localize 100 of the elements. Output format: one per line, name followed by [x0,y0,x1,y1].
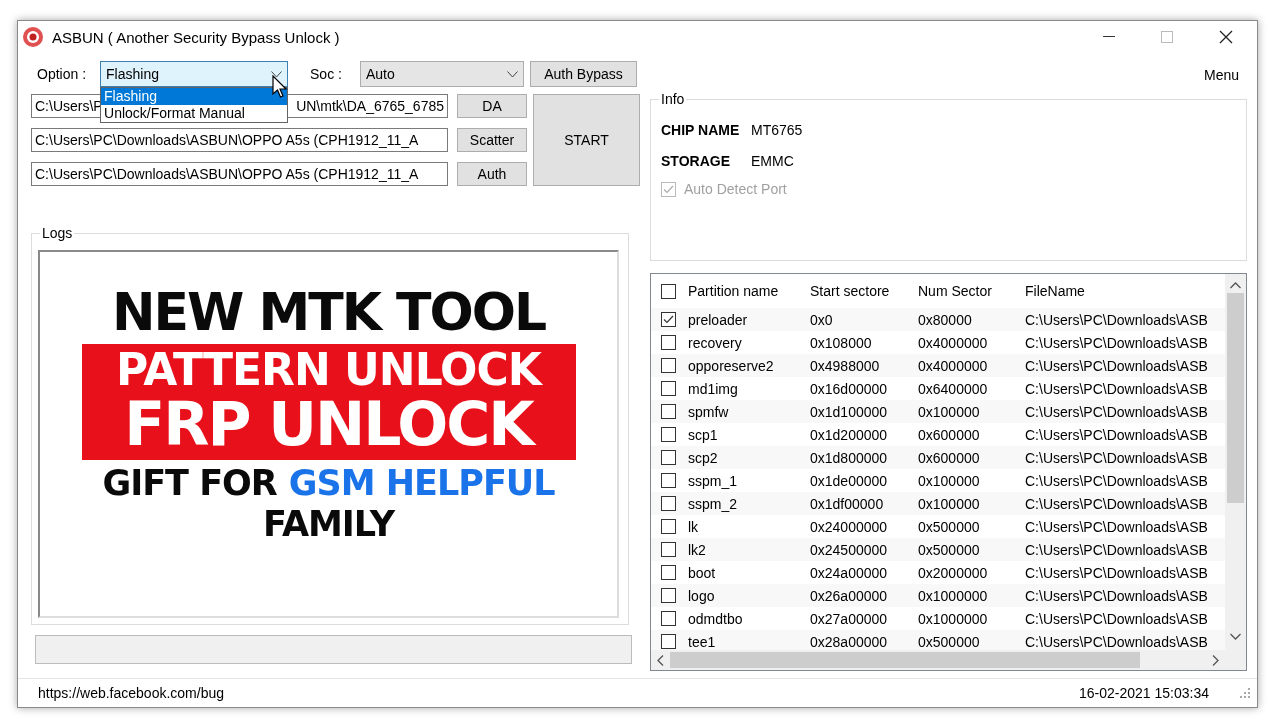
chevron-down-icon [506,70,518,78]
info-value: EMMC [751,152,794,169]
close-icon[interactable] [1219,30,1233,44]
column-header[interactable]: Num Sector [915,283,1022,299]
table-cell-text: 0x100000 [917,495,981,512]
table-cell-text: C:\Users\PC\Downloads\ASB [1024,587,1209,604]
table-cell-text: 0x0 [809,311,834,328]
row-checkbox[interactable] [660,634,676,649]
table-cell-text: 0x24500000 [809,541,889,558]
row-checkbox[interactable] [660,335,676,350]
headline-text: GIFT FOR [102,466,277,501]
row-checkbox[interactable] [660,358,676,373]
start-button[interactable]: START [533,94,640,186]
table-cell-text: C:\Users\PC\Downloads\ASB [1024,449,1209,466]
table-cell-text: lk2 [687,541,707,558]
dropdown-option[interactable]: Flashing [101,88,288,105]
table-cell-text: logo [687,587,716,604]
table-cell-text: 0x100000 [917,403,981,420]
row-checkbox[interactable] [660,450,676,465]
row-checkbox[interactable] [660,611,676,626]
row-checkbox[interactable] [660,381,676,396]
menu-button[interactable]: Menu [1203,67,1239,83]
row-checkbox[interactable] [660,542,676,557]
table-cell-text: sspm_1 [687,472,739,489]
table-cell-text: C:\Users\PC\Downloads\ASB [1024,518,1209,535]
table-cell-text: C:\Users\PC\Downloads\ASB [1024,403,1209,420]
row-checkbox[interactable] [660,312,676,327]
column-header[interactable]: Start sectore [807,283,915,299]
column-header[interactable]: FileName [1022,283,1225,299]
table-cell-text: 0x100000 [917,472,981,489]
row-checkbox[interactable] [660,404,676,419]
browse-button[interactable]: Scatter [457,128,527,152]
dropdown-option[interactable]: Unlock/Format Manual [101,105,288,122]
headline-text: FAMILY [263,507,394,542]
minimize-icon[interactable] [1103,36,1115,38]
table-cell-text: md1img [687,380,739,397]
file-path-field[interactable]: C:\Users\PC\Downloads\ASBUN\OPPO A5s (CPH1912_11_A [31,128,448,152]
headline-text: NEW MTK TOOL [111,286,546,338]
status-datetime: 16-02-2021 15:03:34 [1079,685,1209,701]
horizontal-scrollbar[interactable] [651,650,1225,670]
row-checkbox[interactable] [660,496,676,511]
resize-grip-icon[interactable] [1239,687,1251,699]
table-cell-text: C:\Users\PC\Downloads\ASB [1024,633,1209,650]
table-cell-text: 0x600000 [917,426,981,443]
table-cell-text: 0x28a00000 [809,633,889,650]
table-cell-text: 0x1de00000 [809,472,889,489]
status-link[interactable]: https://web.facebook.com/bug [38,685,224,701]
table-cell-text: C:\Users\PC\Downloads\ASB [1024,564,1209,581]
headline-text: GSM HELPFUL [288,466,555,501]
auth-bypass-button[interactable]: Auth Bypass [529,61,637,87]
table-cell-text: 0x500000 [917,541,981,558]
table-cell-text: 0x4000000 [917,357,989,374]
row-checkbox[interactable] [660,519,676,534]
window-title: ASBUN ( Another Security Bypass Unlock ) [52,28,340,46]
table-cell-text: 0x6400000 [917,380,989,397]
table-cell-text: boot [687,564,717,581]
table-cell-text: 0x26a00000 [809,587,889,604]
table-cell-text: sspm_2 [687,495,739,512]
vertical-scrollbar[interactable] [1225,274,1246,670]
app-logo-icon [22,26,44,48]
row-checkbox[interactable] [660,565,676,580]
table-cell-text: C:\Users\PC\Downloads\ASB [1024,311,1209,328]
table-cell-text: lk [687,518,700,535]
select-all-checkbox[interactable] [660,283,676,299]
headline-text: PATTERN UNLOCK [116,348,541,392]
table-cell-text: spmfw [687,403,730,420]
table-cell-text: 0x1d200000 [809,426,889,443]
table-cell-text: 0x2000000 [917,564,989,581]
soc-label: Soc : [310,66,342,82]
group-title: Info [659,91,687,107]
row-checkbox[interactable] [660,427,676,442]
table-cell-text: 0x1000000 [917,610,989,627]
chevron-down-icon[interactable] [1230,633,1241,640]
option-dropdown[interactable]: Flashing [100,61,289,87]
chevron-up-icon[interactable] [1230,282,1241,289]
file-path-field[interactable]: C:\Users\PC\Downloads\ASBUN\OPPO A5s (CPH1912_11_A [31,162,448,186]
table-cell-text: 0x1d800000 [809,449,889,466]
table-cell-text: 0x4988000 [809,357,881,374]
table-cell-text: 0x4000000 [917,334,989,351]
table-cell-text: C:\Users\PC\Downloads\ASB [1024,495,1209,512]
table-cell-text: 0x500000 [917,518,981,535]
table-cell-text: recovery [687,334,743,351]
chevron-left-icon[interactable] [657,654,664,666]
table-cell-text: opporeserve2 [687,357,775,374]
row-checkbox[interactable] [660,473,676,488]
info-value: MT6765 [751,121,803,138]
table-cell-text: scp1 [687,426,719,443]
column-header[interactable]: Partition name [685,283,807,299]
table-cell-text: C:\Users\PC\Downloads\ASB [1024,541,1209,558]
table-cell-text: 0x1000000 [917,587,989,604]
table-cell-text: 0x600000 [917,449,981,466]
table-cell-text: 0x1df00000 [809,495,885,512]
table-cell-text: 0x1d100000 [809,403,889,420]
browse-button[interactable]: DA [457,94,527,118]
browse-button[interactable]: Auth [457,162,527,186]
table-cell-text: C:\Users\PC\Downloads\ASB [1024,380,1209,397]
chevron-right-icon[interactable] [1212,654,1219,666]
row-checkbox[interactable] [660,588,676,603]
soc-dropdown[interactable]: Auto [359,61,524,87]
table-cell-text: preloader [687,311,749,328]
